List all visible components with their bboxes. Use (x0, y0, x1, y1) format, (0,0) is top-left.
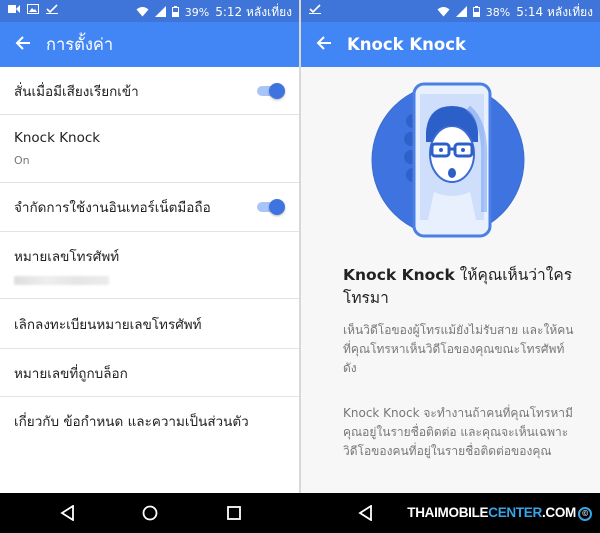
setting-label: หมายเลขโทรศัพท์ (14, 249, 120, 265)
setting-blocked-numbers[interactable]: หมายเลขที่ถูกบล็อก (0, 349, 299, 397)
battery-icon (472, 5, 480, 20)
settings-list: สั่นเมื่อมีเสียงเรียกเข้า Knock Knock On… (0, 67, 299, 445)
signal-icon (455, 5, 467, 20)
back-arrow-icon[interactable] (0, 22, 46, 67)
feature-heading: Knock Knock ให้คุณเห็นว่าใครโทรมา (343, 264, 583, 310)
setting-knock-knock[interactable]: Knock Knock On (0, 115, 299, 183)
check-notification-icon (309, 4, 321, 17)
page-title: การตั้งค่า (46, 34, 114, 54)
battery-icon (171, 5, 179, 20)
setting-label: หมายเลขที่ถูกบล็อก (14, 365, 128, 382)
setting-about-terms-privacy[interactable]: เกี่ยวกับ ข้อกำหนด และความเป็นส่วนตัว (0, 397, 299, 445)
setting-phone-number[interactable]: หมายเลขโทรศัพท์ (0, 232, 299, 299)
setting-label: Knock Knock (14, 130, 101, 146)
status-bar: 39% 5:12 หลังเที่ยง (0, 0, 299, 22)
clock: 5:12 หลังเที่ยง (215, 5, 292, 19)
signal-icon (154, 5, 166, 20)
watermark-logo: THAIMOBILECENTER.COM © (407, 505, 592, 521)
check-notification-icon (46, 4, 58, 17)
back-triangle-icon[interactable] (60, 504, 75, 525)
wifi-icon (437, 6, 450, 20)
setting-label: เลิกลงทะเบียนหมายเลขโทรศัพท์ (14, 316, 202, 333)
home-circle-icon[interactable] (142, 505, 158, 525)
vibrate-toggle[interactable] (255, 82, 285, 99)
back-triangle-icon[interactable] (358, 504, 373, 525)
heading-brand: Knock Knock (343, 266, 455, 284)
app-bar: Knock Knock (301, 22, 600, 67)
redacted-phone-number (14, 276, 109, 285)
back-arrow-icon[interactable] (301, 22, 347, 67)
knock-knock-screen: 38% 5:14 หลังเที่ยง Knock Knock Knock Kn… (301, 0, 600, 493)
knock-knock-illustration-icon (368, 72, 528, 248)
feature-description: เห็นวิดีโอของผู้โทรแม้ยังไม่รับสาย และให… (343, 323, 574, 375)
setting-unregister-number[interactable]: เลิกลงทะเบียนหมายเลขโทรศัพท์ (0, 299, 299, 349)
status-bar: 38% 5:14 หลังเที่ยง (301, 0, 600, 22)
feature-requirement: Knock Knock จะทำงานถ้าคนที่คุณโทรหามีคุณ… (343, 406, 573, 458)
setting-label: เกี่ยวกับ ข้อกำหนด และความเป็นส่วนตัว (14, 414, 249, 430)
clock: 5:14 หลังเที่ยง (516, 5, 593, 19)
page-title: Knock Knock (347, 35, 466, 54)
navigation-bar: THAIMOBILECENTER.COM © (0, 493, 600, 533)
setting-value: On (14, 154, 30, 167)
video-notification-icon (8, 4, 20, 17)
recents-square-icon[interactable] (226, 505, 242, 525)
setting-vibrate-on-ring[interactable]: สั่นเมื่อมีเสียงเรียกเข้า (0, 67, 299, 115)
settings-screen: 39% 5:12 หลังเที่ยง การตั้งค่า สั่นเมื่อ… (0, 0, 299, 493)
wifi-icon (136, 6, 149, 20)
app-bar: การตั้งค่า (0, 22, 299, 67)
battery-level: 38% (485, 6, 511, 19)
mobile-data-toggle[interactable] (255, 199, 285, 215)
setting-limit-mobile-data[interactable]: จำกัดการใช้งานอินเทอร์เน็ตมือถือ (0, 183, 299, 232)
copyright-icon: © (578, 507, 592, 521)
battery-level: 39% (184, 6, 210, 19)
image-notification-icon (27, 4, 39, 17)
